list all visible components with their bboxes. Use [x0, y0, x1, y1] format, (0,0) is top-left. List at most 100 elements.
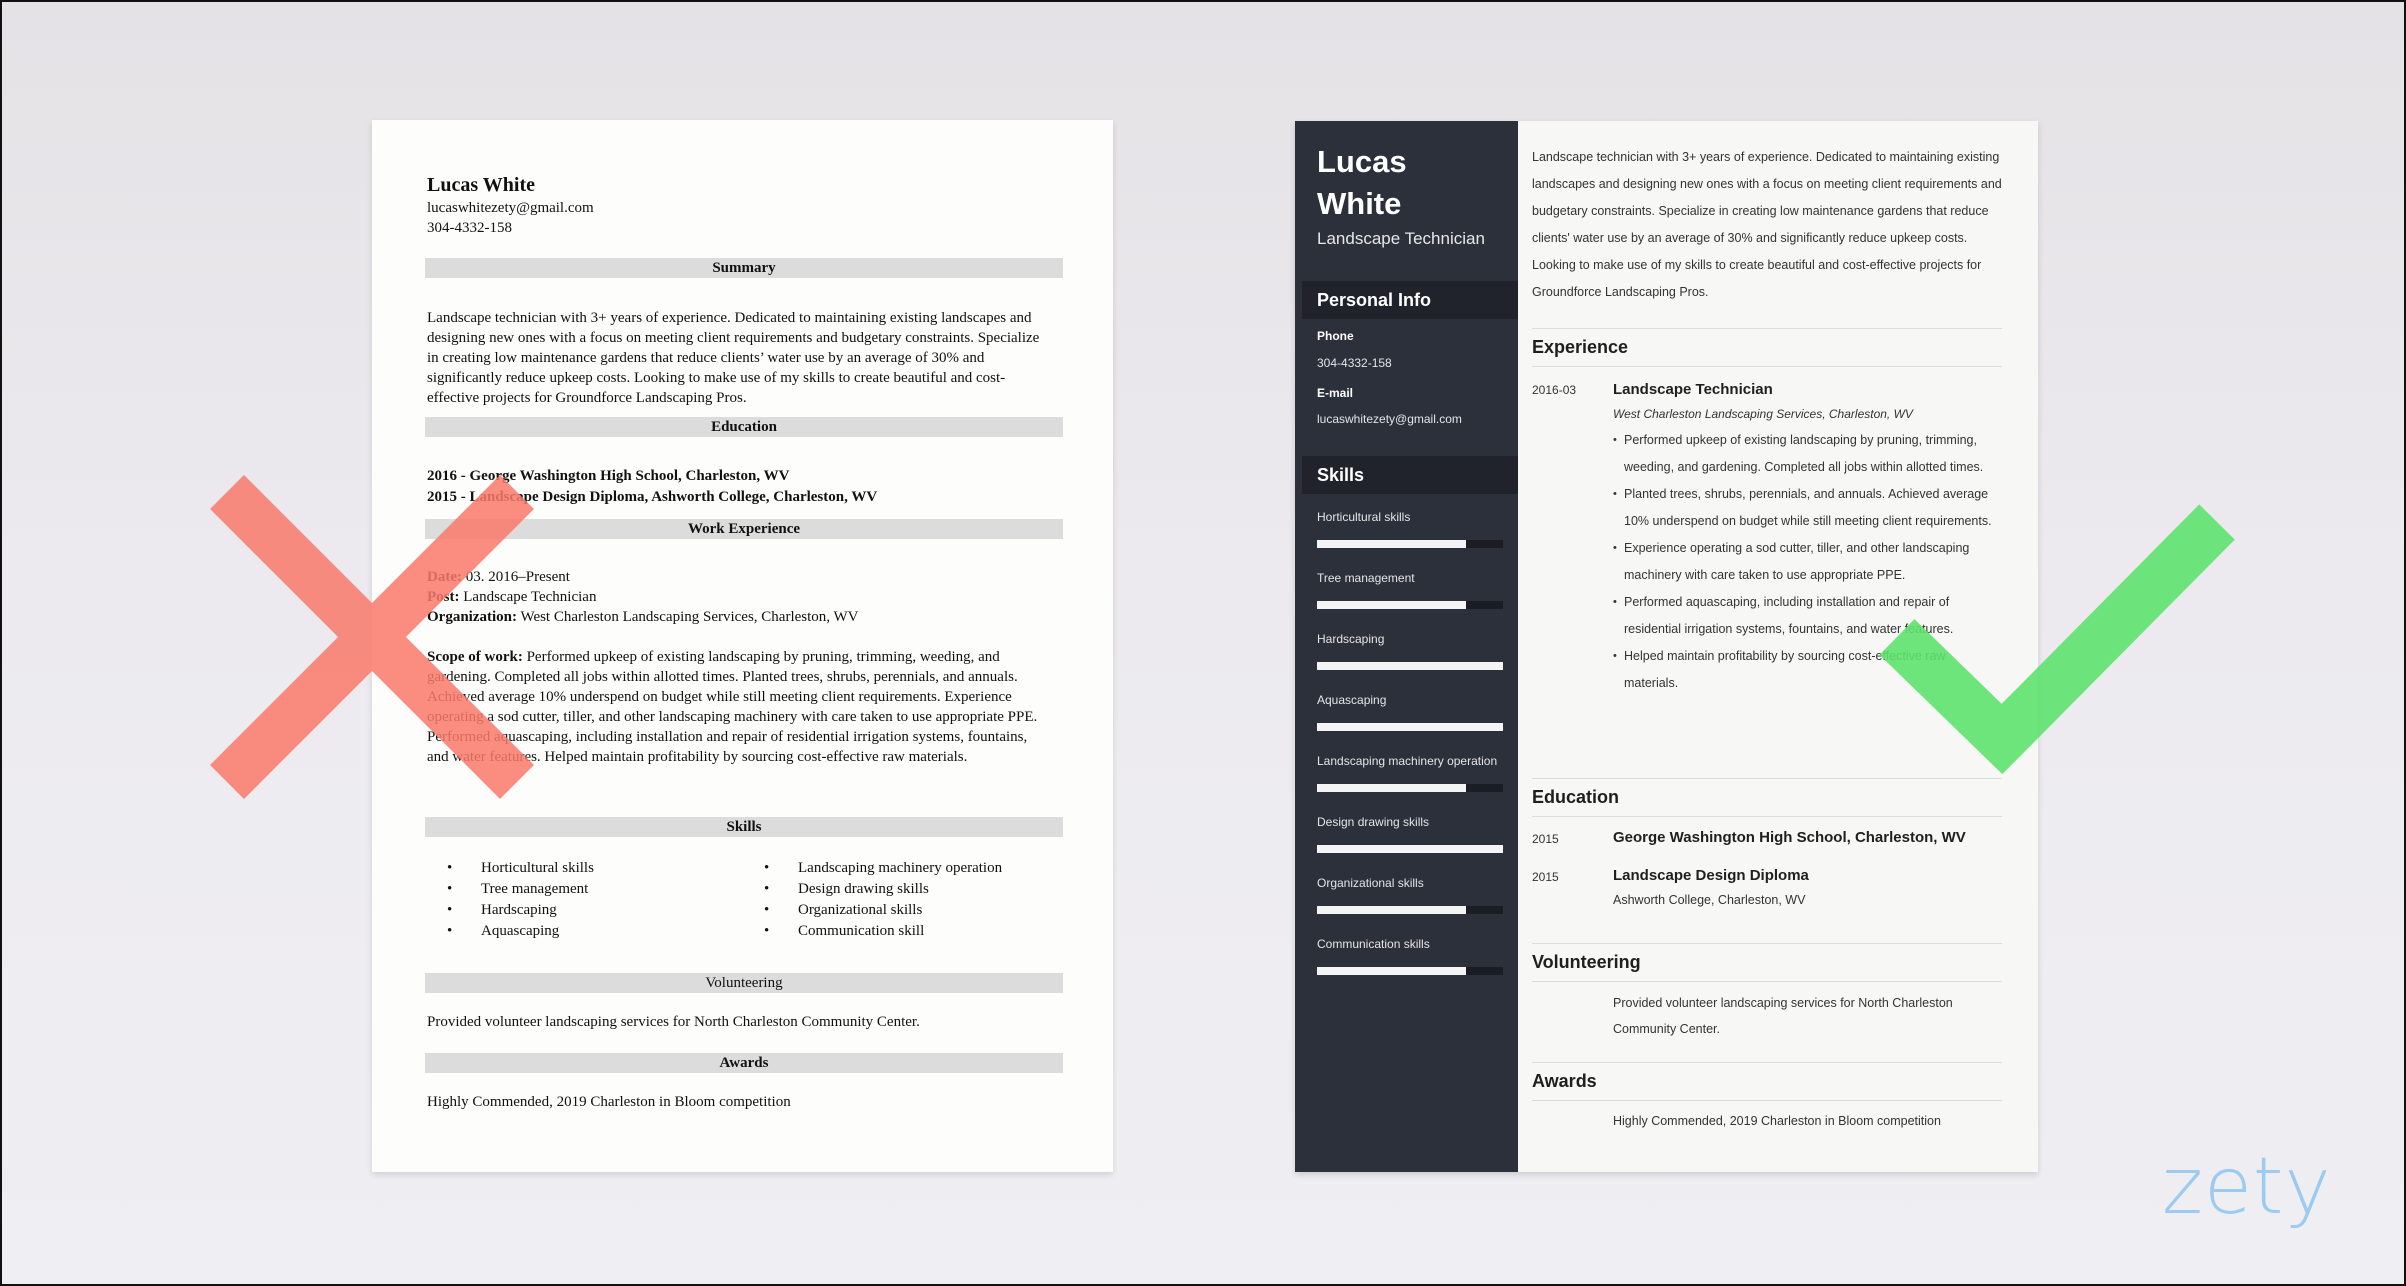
skill-item: Communication skill: [764, 921, 1063, 942]
divider: [1532, 816, 2002, 817]
job-title: Landscape Technician: [1317, 229, 1485, 248]
phone-label: Phone: [1317, 329, 1354, 343]
zety-logo: zety: [2162, 1142, 2332, 1232]
skill-item: Landscaping machinery operation: [1317, 748, 1503, 792]
work-org-value: West Charleston Landscaping Services, Ch…: [520, 609, 859, 625]
education-title: George Washington High School, Charlesto…: [1613, 829, 1966, 846]
section-header-work-experience: Work Experience: [425, 519, 1063, 539]
work-post: Post: Landscape Technician: [427, 587, 596, 607]
divider: [1532, 981, 2002, 982]
job-entry: Landscape Technician West Charleston Lan…: [1613, 381, 2003, 697]
skill-level-bar: [1317, 845, 1503, 853]
job-bullet: Helped maintain profitability by sourcin…: [1613, 643, 2003, 697]
section-header-education: Education: [425, 417, 1063, 437]
awards-text: Highly Commended, 2019 Charleston in Blo…: [427, 1094, 791, 1110]
section-header-personal-info: Personal Info: [1302, 281, 1518, 319]
skill-name: Landscaping machinery operation: [1317, 754, 1498, 768]
email-value: lucaswhitezety@gmail.com: [1317, 412, 1462, 426]
job-bullet: Planted trees, shrubs, perennials, and a…: [1613, 481, 2003, 535]
skills-column-1: Horticultural skills Tree management Har…: [425, 858, 744, 942]
awards-text: Highly Commended, 2019 Charleston in Blo…: [1613, 1114, 1941, 1128]
education-entry: George Washington High School, Charlesto…: [1613, 829, 2003, 846]
volunteering-text: Provided volunteer landscaping services …: [427, 1014, 920, 1030]
skill-level-fill: [1317, 845, 1503, 853]
skill-item: Design drawing skills: [1317, 809, 1503, 853]
job-title: Landscape Technician: [1613, 381, 1773, 398]
skill-item: Design drawing skills: [764, 879, 1063, 900]
skill-level-bar: [1317, 723, 1503, 731]
divider: [1532, 328, 2002, 329]
skill-level-fill: [1317, 967, 1466, 975]
skill-name: Design drawing skills: [1317, 815, 1430, 829]
email-label: E-mail: [1317, 386, 1354, 400]
section-header-skills: Skills: [425, 817, 1063, 837]
education-entry: 2015 - Landscape Design Diploma, Ashwort…: [427, 489, 878, 505]
skill-item: Organizational skills: [764, 900, 1063, 921]
education-year: 2015: [1532, 832, 1559, 846]
skill-level-fill: [1317, 662, 1503, 670]
good-resume-example: Lucas White Landscape Technician Persona…: [1295, 121, 2038, 1172]
skill-item: Aquascaping: [447, 921, 744, 942]
skill-level-bar: [1317, 967, 1503, 975]
work-date-label: Date:: [427, 569, 462, 585]
skill-level-fill: [1317, 601, 1466, 609]
education-entry: Landscape Design Diploma Ashworth Colleg…: [1613, 867, 2003, 907]
resume-email: lucaswhitezety@gmail.com: [427, 200, 594, 216]
divider: [1532, 943, 2002, 944]
skill-level-bar: [1317, 601, 1503, 609]
skill-name: Aquascaping: [1317, 693, 1387, 707]
divider: [1532, 366, 2002, 367]
work-post-value: Landscape Technician: [463, 589, 597, 605]
skill-level-bar: [1317, 906, 1503, 914]
phone-value: 304-4332-158: [1317, 356, 1392, 370]
section-header-volunteering: Volunteering: [1532, 952, 1641, 972]
work-organization: Organization: West Charleston Landscapin…: [427, 607, 859, 627]
summary-text: Landscape technician with 3+ years of ex…: [427, 310, 1040, 406]
skills-list: Horticultural skills Tree management Hards…: [1317, 504, 1503, 992]
skill-item: Horticultural skills: [1317, 504, 1503, 548]
skill-name: Tree management: [1317, 571, 1415, 585]
skill-item: Hardscaping: [447, 900, 744, 921]
work-scope-text-2: Performed aquascaping, including install…: [427, 729, 1028, 765]
skill-level-bar: [1317, 784, 1503, 792]
section-header-volunteering: Volunteering: [425, 973, 1063, 993]
section-header-skills: Skills: [1302, 456, 1518, 494]
resume-phone: 304-4332-158: [427, 220, 512, 236]
skill-item: Tree management: [447, 879, 744, 900]
skill-name: Communication skills: [1317, 937, 1430, 951]
skill-name: Organizational skills: [1317, 876, 1424, 890]
skill-item: Tree management: [1317, 565, 1503, 609]
resume-name: Lucas White: [427, 174, 535, 196]
education-school: Ashworth College, Charleston, WV: [1613, 893, 1806, 907]
section-header-education: Education: [1532, 787, 1620, 807]
skill-item: Horticultural skills: [447, 858, 744, 879]
skill-level-fill: [1317, 723, 1503, 731]
work-date-value: 03. 2016–Present: [465, 569, 570, 585]
first-name: Lucas: [1317, 144, 1407, 179]
skill-level-fill: [1317, 784, 1466, 792]
job-company: West Charleston Landscaping Services, Ch…: [1613, 407, 1913, 421]
skill-item: Hardscaping: [1317, 626, 1503, 670]
education-year: 2015: [1532, 870, 1559, 884]
work-scope: Scope of work: Performed upkeep of exist…: [427, 647, 1047, 767]
skills-list: Horticultural skills Tree management Har…: [425, 858, 1063, 942]
last-name: White: [1317, 186, 1402, 221]
skill-level-bar: [1317, 662, 1503, 670]
skill-item: Landscaping machinery operation: [764, 858, 1063, 879]
summary-text: Landscape technician with 3+ years of ex…: [1532, 150, 2002, 299]
skill-level-fill: [1317, 906, 1466, 914]
skill-name: Horticultural skills: [1317, 510, 1411, 524]
skill-item: Communication skills: [1317, 931, 1503, 975]
skills-column-2: Landscaping machinery operation Design d…: [744, 858, 1063, 942]
work-scope-label: Scope of work:: [427, 649, 523, 665]
job-date: 2016-03: [1532, 383, 1577, 397]
skill-level-bar: [1317, 540, 1503, 548]
section-header-awards: Awards: [1532, 1071, 1597, 1091]
job-bullets: Performed upkeep of existing landscaping…: [1613, 427, 2003, 697]
job-bullet: Performed aquascaping, including install…: [1613, 589, 2003, 643]
education-entry: 2016 - George Washington High School, Ch…: [427, 468, 790, 484]
job-bullet: Experience operating a sod cutter, tille…: [1613, 535, 2003, 589]
resume-sidebar: Lucas White Landscape Technician Persona…: [1295, 121, 1518, 1172]
skill-level-fill: [1317, 540, 1466, 548]
section-header-awards: Awards: [425, 1053, 1063, 1073]
